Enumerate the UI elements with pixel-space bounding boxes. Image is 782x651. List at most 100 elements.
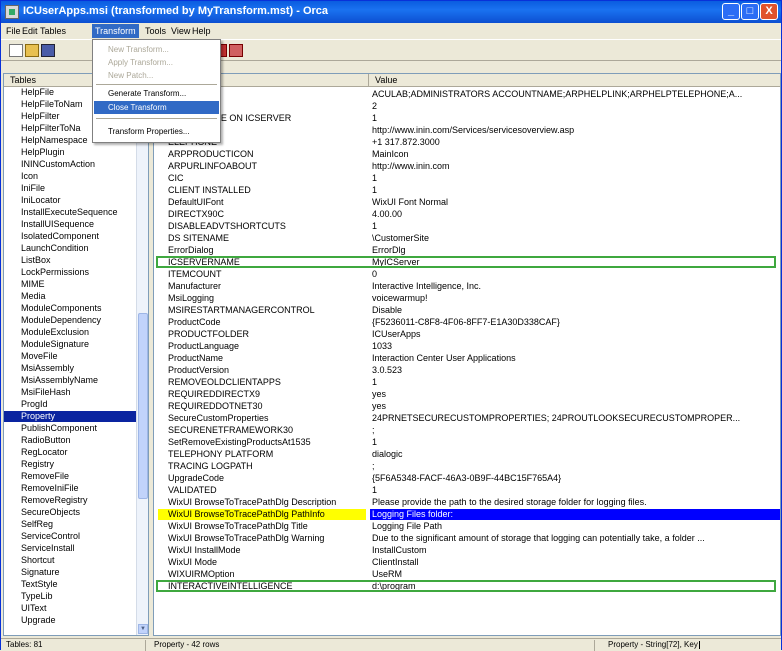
property-name-cell[interactable]: WixUI BrowseToTracePathDlg Warning <box>168 533 366 544</box>
table-list-item[interactable]: ModuleDependency <box>4 315 136 326</box>
property-value-cell[interactable]: Due to the significant amount of storage… <box>372 533 778 544</box>
table-list-item[interactable]: SelfReg <box>4 519 136 530</box>
table-list-item[interactable]: ModuleExclusion <box>4 327 136 338</box>
property-value-cell[interactable]: WixUI Font Normal <box>372 197 778 208</box>
menuitem-new-patch[interactable]: New Patch... <box>94 69 219 82</box>
table-row[interactable]: MsiLogging voicewarmup! <box>154 293 780 304</box>
property-value-cell[interactable]: dialogic <box>372 449 778 460</box>
property-value-cell[interactable]: ICUserApps <box>372 329 778 340</box>
property-value-cell[interactable]: {5F6A5348-FACF-46A3-0B9F-44BC15F765A4} <box>372 473 778 484</box>
table-row[interactable]: WixUI BrowseToTracePathDlg Warning Due to… <box>154 533 780 544</box>
property-value-cell[interactable]: Logging Files folder: <box>370 509 780 520</box>
menuitem-new-transform[interactable]: New Transform... <box>94 43 219 56</box>
scroll-thumb[interactable] <box>138 313 148 499</box>
property-name-cell[interactable]: REQUIREDDOTNET30 <box>168 401 366 412</box>
property-name-cell[interactable]: MSIRESTARTMANAGERCONTROL <box>168 305 366 316</box>
table-row[interactable]: ProductLanguage 1033 <box>154 341 780 352</box>
table-list-item[interactable]: Signature <box>4 567 136 578</box>
property-name-cell[interactable]: TRACING LOGPATH <box>168 461 366 472</box>
property-value-cell[interactable]: 1033 <box>372 341 778 352</box>
property-name-cell[interactable]: SecureCustomProperties <box>168 413 366 424</box>
table-row[interactable]: INTERACTIVEINTELLIGENCE d:\program <box>154 581 780 592</box>
table-row[interactable]: ProductVersion 3.0.523 <box>154 365 780 376</box>
table-list-item[interactable]: PublishComponent <box>4 423 136 434</box>
table-row[interactable]: PRODUCTFOLDER ICUserApps <box>154 329 780 340</box>
property-name-cell[interactable]: REMOVEOLDCLIENTAPPS <box>168 377 366 388</box>
property-value-cell[interactable]: MainIcon <box>372 149 778 160</box>
table-row[interactable]: SECURENETFRAMEWORK30; <box>154 425 780 436</box>
table-list-item[interactable]: IniFile <box>4 183 136 194</box>
drop-row-icon[interactable] <box>229 44 243 57</box>
property-name-cell[interactable]: SetRemoveExistingProductsAt1535 <box>168 437 366 448</box>
property-value-cell[interactable]: yes <box>372 389 778 400</box>
property-name-cell[interactable]: ProductLanguage <box>168 341 366 352</box>
minimize-button[interactable]: _ <box>722 3 740 20</box>
table-row[interactable]: WixUI Mode ClientInstall <box>154 557 780 568</box>
table-list-item[interactable]: Upgrade <box>4 615 136 626</box>
title-bar[interactable]: ICUserApps.msi (transformed by MyTransfo… <box>1 1 781 23</box>
table-list-item[interactable]: SecureObjects <box>4 507 136 518</box>
property-value-cell[interactable]: ; <box>372 425 778 436</box>
property-name-cell[interactable]: PRODUCTFOLDER <box>168 329 366 340</box>
property-name-cell[interactable]: CLIENT INSTALLED <box>168 185 366 196</box>
table-list-item[interactable]: RadioButton <box>4 435 136 446</box>
table-row[interactable]: ErrorDialog ErrorDlg <box>154 245 780 256</box>
property-name-cell[interactable]: ErrorDialog <box>168 245 366 256</box>
table-list-item[interactable]: InstallExecuteSequence <box>4 207 136 218</box>
table-row[interactable]: ARPURLINFOABOUT http://www.inin.com <box>154 161 780 172</box>
table-row[interactable]: ITEMCOUNT 0 <box>154 269 780 280</box>
table-list-item[interactable]: RemoveIniFile <box>4 483 136 494</box>
property-name-cell[interactable]: DISABLEADVTSHORTCUTS <box>168 221 366 232</box>
property-value-cell[interactable]: http://www.inin.com/Services/servicesove… <box>372 125 778 136</box>
table-row[interactable]: VALIDATED 1 <box>154 485 780 496</box>
table-list-item[interactable]: ServiceControl <box>4 531 136 542</box>
property-name-cell[interactable]: VALIDATED <box>168 485 366 496</box>
table-row[interactable]: INSTALLABLE ON ICSERVER 1 <box>154 113 780 124</box>
property-name-cell[interactable]: ICSERVERNAME <box>168 257 366 268</box>
table-row[interactable]: ProductCode {F5236011-C8F8-4F06-8FF7-E1A3… <box>154 317 780 328</box>
property-value-cell[interactable]: ACULAB;ADMINISTRATORS ACCOUNTNAME;ARPHEL… <box>372 89 778 100</box>
column-header-value[interactable]: Value <box>369 74 780 87</box>
table-row[interactable]: CIC 1 <box>154 173 780 184</box>
property-name-cell[interactable]: WixUI BrowseToTracePathDlg PathInfo <box>158 509 366 520</box>
property-value-cell[interactable]: 24PRNETSECURECUSTOMPROPERTIES; 24PROUTLO… <box>372 413 778 424</box>
table-row[interactable]: SecureCustomProperties 24PRNETSECURECUSTO… <box>154 413 780 424</box>
property-name-cell[interactable]: ProductName <box>168 353 366 364</box>
table-list-item[interactable]: MsiFileHash <box>4 387 136 398</box>
scroll-down-arrow-icon[interactable]: ▼ <box>138 624 148 634</box>
table-list-item[interactable]: ModuleSignature <box>4 339 136 350</box>
table-row[interactable]: ProductName Interaction Center User Appli… <box>154 353 780 364</box>
menuitem-close-transform[interactable]: Close Transform <box>94 101 219 114</box>
menu-tools[interactable]: Tools <box>142 24 169 38</box>
table-row[interactable]: ertiesACULAB;ADMINISTRATORS ACCOUNTNAME;… <box>154 89 780 100</box>
property-value-cell[interactable]: 1 <box>372 113 778 124</box>
table-list-item[interactable]: InstallUISequence <box>4 219 136 230</box>
table-row[interactable]: DefaultUIFont WixUI Font Normal <box>154 197 780 208</box>
table-row[interactable]: CLIENT INSTALLED 1 <box>154 185 780 196</box>
table-row[interactable]: WixUI BrowseToTracePathDlg Title Logging … <box>154 521 780 532</box>
property-value-cell[interactable]: Please provide the path to the desired s… <box>372 497 778 508</box>
tables-scrollbar[interactable]: ▼ <box>136 87 148 635</box>
property-name-cell[interactable]: DS SITENAME <box>168 233 366 244</box>
property-name-cell[interactable]: INTERACTIVEINTELLIGENCE <box>168 581 366 592</box>
table-list-item[interactable]: ListBox <box>4 255 136 266</box>
table-row[interactable]: SetRemoveExistingProductsAt1535 1 <box>154 437 780 448</box>
property-name-cell[interactable]: SECURENETFRAMEWORK30 <box>168 425 366 436</box>
table-row[interactable]: REQUIREDDIRECTX9 yes <box>154 389 780 400</box>
menu-transform[interactable]: Transform <box>92 24 139 38</box>
save-icon[interactable] <box>41 44 55 57</box>
property-name-cell[interactable]: DIRECTX90C <box>168 209 366 220</box>
property-value-cell[interactable]: 1 <box>372 185 778 196</box>
property-name-cell[interactable]: DefaultUIFont <box>168 197 366 208</box>
property-value-cell[interactable]: {F5236011-C8F8-4F06-8FF7-E1A30D338CAF} <box>372 317 778 328</box>
table-list-item[interactable]: MIME <box>4 279 136 290</box>
table-row[interactable]: NKhttp://www.inin.com/Services/serviceso… <box>154 125 780 136</box>
property-value-cell[interactable]: 2 <box>372 101 778 112</box>
property-name-cell[interactable]: WIXUIRMOption <box>168 569 366 580</box>
table-list-item[interactable]: MoveFile <box>4 351 136 362</box>
table-row[interactable]: WixUI BrowseToTracePathDlg Description Pl… <box>154 497 780 508</box>
property-name-cell[interactable]: ARPPRODUCTICON <box>168 149 366 160</box>
property-value-cell[interactable]: ClientInstall <box>372 557 778 568</box>
table-row[interactable]: ICSERVERNAME MyICServer <box>154 257 780 268</box>
property-value-cell[interactable]: 0 <box>372 269 778 280</box>
